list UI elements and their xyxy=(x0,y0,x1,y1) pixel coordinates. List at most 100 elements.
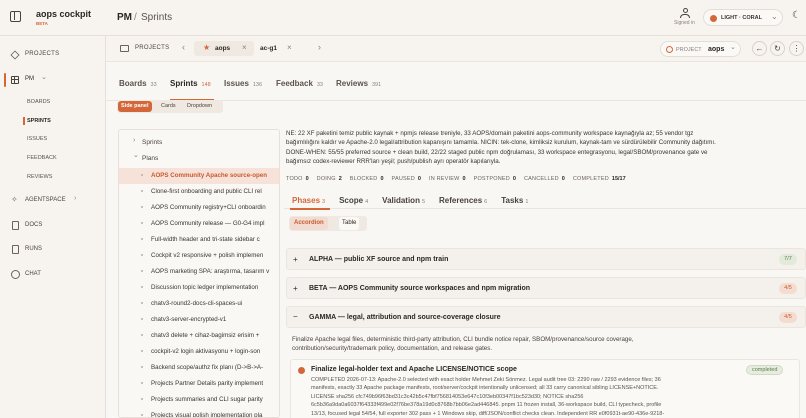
tree-plan-item[interactable]: cockpit-v2 login aktivasyonu + login-son xyxy=(119,344,279,360)
tree-plan-item[interactable]: Projects summaries and CLI sugar parity xyxy=(119,392,279,408)
layout-table[interactable]: Table xyxy=(339,217,360,230)
tree-bullet-icon xyxy=(141,190,143,192)
phase-title: ALPHA — public XF source and npm train xyxy=(309,255,449,263)
user-icon[interactable] xyxy=(680,8,690,19)
phase-alpha[interactable]: + ALPHA — public XF source and npm train… xyxy=(286,248,806,270)
chevron-right-icon: › xyxy=(74,195,77,202)
tree-plan-item[interactable]: AOPS marketing SPA: araştırma, tasarım v xyxy=(119,264,279,280)
theme-selector[interactable]: LIGHT · CORAL ⌄ xyxy=(703,9,783,26)
tree-bullet-icon xyxy=(141,414,143,416)
breadcrumb-root[interactable]: PM xyxy=(117,12,132,23)
status-count-label: TODO xyxy=(286,176,303,182)
tree-plan-label: cockpit-v2 login aktivasyonu + login-son xyxy=(151,347,261,355)
tree-plan-item[interactable]: Projects visual polish implementation pl… xyxy=(119,408,279,417)
active-indicator xyxy=(4,73,6,87)
status-count-label: BLOCKED xyxy=(349,176,378,182)
close-icon[interactable]: × xyxy=(242,43,247,52)
tree-plan-label: chatv3-server-encrypted-v1 xyxy=(151,315,227,323)
tab-aops[interactable]: ★ aops × xyxy=(194,41,254,56)
subtab-tasks[interactable]: Tasks 1 xyxy=(501,196,528,205)
tree-plan-item[interactable]: Projects Partner Details parity implemen… xyxy=(119,376,279,392)
sidebar-item-feedback[interactable]: FEEDBACK xyxy=(27,155,57,161)
status-count-label: IN REVIEW xyxy=(428,176,460,182)
sidebar-item-sprints[interactable]: SPRINTS xyxy=(27,118,51,124)
tree-plan-item[interactable]: AOPS Community release — G0-G4 impl xyxy=(119,216,279,232)
play-icon xyxy=(12,245,19,254)
subtab-phases[interactable]: Phases 3 xyxy=(292,196,325,205)
sidebar-item-docs[interactable]: DOCS xyxy=(0,219,106,233)
phase-title: GAMMA — legal, attribution and source-co… xyxy=(309,313,501,321)
status-count-value: 0 xyxy=(462,176,466,182)
phase-gamma[interactable]: − GAMMA — legal, attribution and source-… xyxy=(286,306,806,328)
sidebar-toggle-icon[interactable] xyxy=(10,11,21,22)
sidebar-item-boards[interactable]: BOARDS xyxy=(27,99,50,105)
view-mode-side-panel[interactable]: Side panel xyxy=(118,101,152,112)
phase-beta[interactable]: + BETA — AOPS Community source workspace… xyxy=(286,277,806,299)
subtab-scope[interactable]: Scope 4 xyxy=(339,196,368,205)
tab-issues[interactable]: Issues 136 xyxy=(224,79,262,88)
tree-plan-label: Projects summaries and CLI sugar parity xyxy=(151,395,263,403)
tree-bullet-icon xyxy=(141,398,143,400)
tree-plan-label: Full-width header and tri-state sidebar … xyxy=(151,235,260,243)
layers-icon xyxy=(10,50,20,60)
sidebar-item-chat[interactable]: CHAT xyxy=(0,268,106,282)
status-count-value: 0 xyxy=(417,176,421,182)
sidebar-item-label: RUNS xyxy=(25,246,43,252)
status-count-value: 15/17 xyxy=(611,176,626,182)
chevron-left-icon[interactable]: ‹ xyxy=(182,42,185,52)
tree-node-sprints[interactable]: › Sprints xyxy=(119,136,279,152)
task-title: Finalize legal-holder text and Apache LI… xyxy=(311,366,517,373)
main-area: PROJECTS ‹ ★ aops × ac-g1 × › PROJECT ao… xyxy=(106,36,806,418)
tree-plan-item[interactable]: Clone-first onboarding and public CLI re… xyxy=(119,184,279,200)
back-button[interactable]: ← xyxy=(752,41,767,56)
subtab-validation[interactable]: Validation 5 xyxy=(382,196,425,205)
tab-feedback[interactable]: Feedback 33 xyxy=(276,79,323,88)
tab-label: aops xyxy=(215,44,231,52)
project-selector[interactable]: PROJECT aops ⌄ xyxy=(660,41,741,57)
chevron-right-icon[interactable]: › xyxy=(318,42,321,52)
tree-bullet-icon xyxy=(141,286,143,288)
tab-boards[interactable]: Boards 33 xyxy=(119,79,157,88)
tab-sprints[interactable]: Sprints 148 xyxy=(170,79,211,88)
active-subtab-underline xyxy=(290,208,330,210)
sidebar-item-reviews[interactable]: REVIEWS xyxy=(27,174,52,180)
tree-plan-item[interactable]: AOPS Community Apache source-open xyxy=(119,168,279,184)
tab-ac-g1[interactable]: ac-g1 × xyxy=(254,41,304,56)
tree-plan-item[interactable]: Discussion topic ledger implementation xyxy=(119,280,279,296)
plan-description: NE: 22 XF paketini temiz public kaynak +… xyxy=(286,130,716,166)
tree-bullet-icon xyxy=(141,318,143,320)
close-icon[interactable]: × xyxy=(287,43,292,52)
more-menu-button[interactable]: ⋮ xyxy=(789,41,804,56)
tree-plan-item[interactable]: Cockpit v2 responsive + polish implemen xyxy=(119,248,279,264)
sidebar-item-projects[interactable]: PROJECTS xyxy=(0,48,106,62)
tab-count: 33 xyxy=(150,82,157,88)
status-count-label: POSTPONED xyxy=(473,176,510,182)
projects-label[interactable]: PROJECTS xyxy=(135,45,169,51)
sidebar-item-issues[interactable]: ISSUES xyxy=(27,136,47,142)
tree-bullet-icon xyxy=(141,206,143,208)
tree-plan-item[interactable]: Backend scope/authz fix planı (D->B->A- xyxy=(119,360,279,376)
tree-plan-item[interactable]: chatv3-server-encrypted-v1 xyxy=(119,312,279,328)
view-mode-dropdown[interactable]: Dropdown xyxy=(187,101,212,112)
tree-plan-item[interactable]: chatv3 delete + cihaz-bagimsiz erisim + xyxy=(119,328,279,344)
sidebar-item-pm[interactable]: PM ⌄ xyxy=(0,73,106,87)
tab-label: Feedback xyxy=(276,79,313,88)
tree-node-plans[interactable]: ⌄ Plans xyxy=(119,152,279,168)
dark-mode-icon[interactable]: ☾ xyxy=(792,10,801,21)
view-mode-cards[interactable]: Cards xyxy=(161,101,176,112)
subtab-references[interactable]: References 6 xyxy=(439,196,487,205)
tree-plan-item[interactable]: chatv3-round2-docs-cli-spaces-ui xyxy=(119,296,279,312)
task-card[interactable]: Finalize legal-holder text and Apache LI… xyxy=(290,359,800,418)
sidebar-item-agentspace[interactable]: ✧ AGENTSPACE › xyxy=(0,194,106,208)
task-notes: COMPLETED 2026-07-13: Apache-2.0 selecte… xyxy=(311,377,665,417)
tab-count: 148 xyxy=(201,82,211,88)
refresh-button[interactable]: ↻ xyxy=(770,41,785,56)
tab-label: Issues xyxy=(224,79,249,88)
brand-name[interactable]: aops cockpit xyxy=(36,9,91,19)
layout-accordion[interactable]: Accordion xyxy=(290,217,328,230)
tab-reviews[interactable]: Reviews 391 xyxy=(336,79,381,88)
status-count-label: CANCELLED xyxy=(523,176,559,182)
tree-plan-item[interactable]: AOPS Community registry+CLI onboardin xyxy=(119,200,279,216)
sidebar-item-runs[interactable]: RUNS xyxy=(0,243,106,257)
tree-plan-item[interactable]: Full-width header and tri-state sidebar … xyxy=(119,232,279,248)
